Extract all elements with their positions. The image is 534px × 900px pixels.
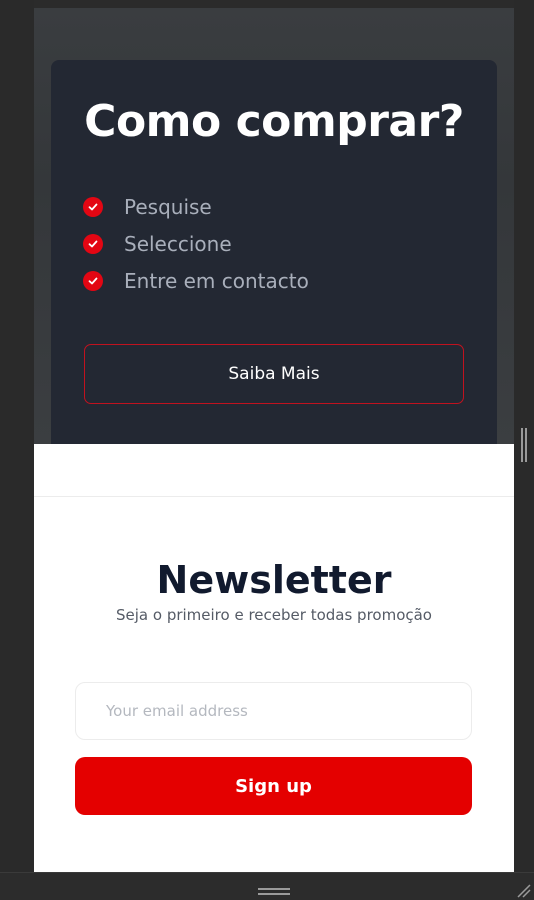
check-circle-icon (83, 270, 103, 291)
step-item: Seleccione (83, 225, 463, 262)
check-circle-icon (83, 233, 103, 254)
section-divider (34, 496, 514, 497)
newsletter-subtitle: Seja o primeiro e receber todas promoção (116, 606, 432, 624)
how-to-buy-title: Como comprar? (84, 96, 464, 147)
check-circle-icon (83, 196, 103, 217)
step-label: Entre em contacto (124, 268, 309, 293)
resize-grip-icon[interactable] (514, 882, 532, 898)
horizontal-resize-handle[interactable] (258, 888, 290, 896)
steps-list: Pesquise Seleccione Entre em contacto (83, 188, 463, 299)
step-label: Seleccione (124, 231, 232, 256)
email-input[interactable] (75, 682, 472, 740)
how-to-buy-card: Como comprar? Pesquise Seleccione Entre … (51, 60, 497, 444)
learn-more-button[interactable]: Saiba Mais (84, 344, 464, 404)
sign-up-button[interactable]: Sign up (75, 757, 472, 815)
window-frame-left (0, 0, 34, 900)
step-item: Pesquise (83, 188, 463, 225)
step-item: Entre em contacto (83, 262, 463, 299)
page-viewport: Como comprar? Pesquise Seleccione Entre … (34, 8, 514, 872)
step-label: Pesquise (124, 194, 212, 219)
newsletter-title: Newsletter (156, 558, 392, 602)
vertical-resize-handle[interactable] (520, 428, 528, 462)
